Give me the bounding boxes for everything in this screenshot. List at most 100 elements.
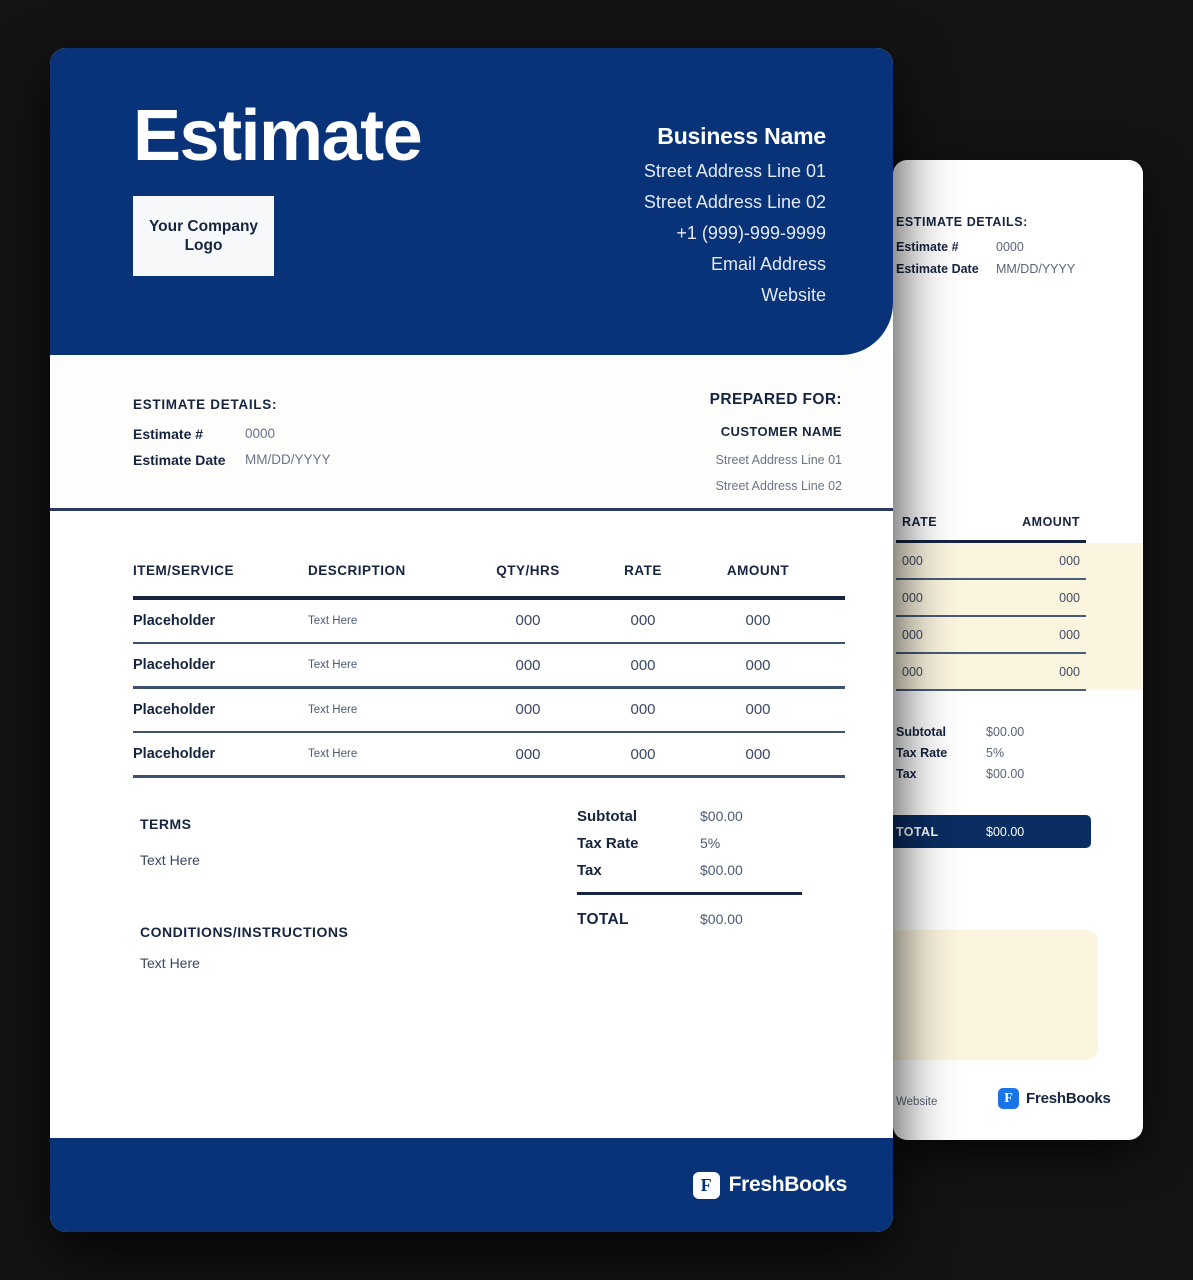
cell-qty: 000 bbox=[515, 745, 541, 763]
page-2-tax-row: Tax $00.00 bbox=[896, 767, 1096, 781]
page-2-items-table: RATE AMOUNT 000 000 000 000 000 000 000 … bbox=[896, 515, 1086, 691]
page-2-notes-panel bbox=[893, 930, 1098, 1060]
estimate-date-value[interactable]: MM/DD/YYYY bbox=[245, 452, 331, 468]
table-row[interactable]: Placeholder Text Here 000 000 000 bbox=[133, 600, 845, 642]
estimate-date-label: Estimate Date bbox=[133, 452, 226, 468]
page-2-detail-row: Estimate Date MM/DD/YYYY bbox=[896, 262, 1075, 276]
cell-item-service: Placeholder bbox=[133, 657, 216, 673]
page-2-table-row: 000 000 bbox=[896, 654, 1086, 689]
cell-qty: 000 bbox=[515, 701, 541, 718]
page-2-table-row: 000 000 bbox=[896, 580, 1086, 615]
page-2-subtotal-label: Subtotal bbox=[896, 725, 946, 739]
cell-description: Text Here bbox=[308, 659, 358, 671]
cell-amount: 000 bbox=[745, 612, 771, 629]
page-2-cell-rate: 000 bbox=[902, 553, 923, 568]
page-2-cell-rate: 000 bbox=[902, 664, 923, 679]
page-2-detail-row: Estimate # 0000 bbox=[896, 240, 1075, 254]
company-logo-placeholder[interactable]: Your Company Logo bbox=[133, 196, 274, 276]
page-2-tax-rate-row: Tax Rate 5% bbox=[896, 746, 1096, 760]
column-header-item-service: ITEM/SERVICE bbox=[133, 562, 235, 578]
estimate-header: Estimate Your Company Logo Business Name… bbox=[50, 48, 893, 355]
table-header-row: ITEM/SERVICE DESCRIPTION QTY/HRS RATE AM… bbox=[133, 563, 845, 596]
cell-amount: 000 bbox=[745, 745, 771, 763]
business-phone: +1 (999)-999-9999 bbox=[676, 223, 826, 243]
business-street-line-1: Street Address Line 01 bbox=[643, 161, 826, 181]
column-header-description: DESCRIPTION bbox=[308, 562, 406, 578]
tax-rate-row: Tax Rate 5% bbox=[577, 835, 802, 852]
page-2-table-bottom-rule bbox=[896, 689, 1086, 691]
cell-description: Text Here bbox=[308, 614, 358, 627]
page-2-estimate-date-value: MM/DD/YYYY bbox=[996, 262, 1076, 276]
page-2-table-row: 000 000 bbox=[896, 543, 1086, 578]
freshbooks-logo[interactable]: F FreshBooks bbox=[692, 1171, 848, 1199]
page-2-grand-total-label: TOTAL bbox=[896, 824, 939, 839]
tax-rate-label: Tax Rate bbox=[577, 834, 639, 852]
cell-rate: 000 bbox=[630, 701, 656, 718]
estimate-footer: F FreshBooks bbox=[50, 1138, 893, 1232]
cell-item-service: Placeholder bbox=[133, 701, 216, 718]
freshbooks-wordmark: FreshBooks bbox=[728, 1173, 848, 1196]
page-2-estimate-number-value: 0000 bbox=[996, 240, 1024, 254]
tax-value: $00.00 bbox=[700, 861, 743, 878]
page-2-tax-rate-value: 5% bbox=[986, 746, 1005, 760]
page-2-subtotal-value: $00.00 bbox=[986, 725, 1025, 739]
table-row[interactable]: Placeholder Text Here 000 000 000 bbox=[133, 644, 845, 686]
page-2-cell-rate: 000 bbox=[902, 590, 923, 605]
page-2-table-row: 000 000 bbox=[896, 617, 1086, 652]
tax-row: Tax $00.00 bbox=[577, 862, 802, 879]
cell-rate: 000 bbox=[630, 745, 656, 763]
column-header-rate: RATE bbox=[624, 562, 662, 578]
estimate-number-value[interactable]: 0000 bbox=[245, 426, 275, 442]
page-2-cell-amount: 000 bbox=[1059, 553, 1080, 568]
page-2-grand-total-bar: TOTAL $00.00 bbox=[893, 815, 1091, 848]
page-2-column-header-rate: RATE bbox=[902, 515, 938, 529]
page-2-subtotal-row: Subtotal $00.00 bbox=[896, 725, 1096, 739]
prepared-for-block: PREPARED FOR: CUSTOMER NAME Street Addre… bbox=[710, 391, 842, 505]
cell-rate: 000 bbox=[630, 612, 656, 629]
cell-description: Text Here bbox=[308, 703, 358, 716]
cell-amount: 000 bbox=[745, 701, 771, 718]
cell-rate: 000 bbox=[630, 656, 656, 674]
conditions-text[interactable]: Text Here bbox=[140, 955, 845, 971]
freshbooks-mark-icon: F bbox=[692, 1171, 720, 1199]
page-2-column-header-amount: AMOUNT bbox=[1022, 515, 1080, 529]
table-row[interactable]: Placeholder Text Here 000 000 000 bbox=[133, 733, 845, 775]
cell-qty: 000 bbox=[515, 612, 541, 629]
page-2-estimate-date-label: Estimate Date bbox=[896, 262, 979, 276]
cell-item-service: Placeholder bbox=[133, 746, 216, 762]
page-2-tax-label: Tax bbox=[896, 767, 917, 781]
page-2-table-header-row: RATE AMOUNT bbox=[896, 515, 1086, 540]
page-2-freshbooks-logo: F FreshBooks bbox=[998, 1088, 1111, 1109]
tax-rate-value[interactable]: 5% bbox=[700, 835, 720, 852]
page-2-content: ESTIMATE DETAILS: Estimate # 0000 Estima… bbox=[893, 160, 1143, 1140]
grand-total-label: TOTAL bbox=[577, 910, 629, 928]
prepared-for-title: PREPARED FOR: bbox=[709, 391, 842, 408]
page-2-tax-rate-label: Tax Rate bbox=[896, 746, 948, 760]
totals-block: Subtotal $00.00 Tax Rate 5% Tax $00.00 T… bbox=[577, 808, 802, 939]
cell-amount: 000 bbox=[745, 656, 771, 674]
column-header-qty-hrs: QTY/HRS bbox=[496, 562, 560, 578]
business-name: Business Name bbox=[657, 123, 826, 149]
page-2-cell-amount: 000 bbox=[1059, 664, 1080, 679]
business-street-line-2: Street Address Line 02 bbox=[643, 192, 826, 212]
customer-name: CUSTOMER NAME bbox=[720, 424, 842, 439]
company-logo-label: Your Company Logo bbox=[148, 217, 259, 254]
page-2-grand-total-value: $00.00 bbox=[986, 824, 1025, 839]
totals-divider bbox=[577, 891, 802, 895]
customer-street-line-1: Street Address Line 01 bbox=[715, 453, 842, 467]
cell-item-service: Placeholder bbox=[133, 612, 216, 629]
tax-label: Tax bbox=[577, 861, 602, 879]
terms-and-totals: TERMS Text Here Subtotal $00.00 Tax Rate… bbox=[50, 778, 893, 928]
table-row[interactable]: Placeholder Text Here 000 000 000 bbox=[133, 689, 845, 731]
page-2-cell-amount: 000 bbox=[1059, 627, 1080, 642]
column-header-amount: AMOUNT bbox=[726, 562, 790, 578]
page-2-estimate-number-label: Estimate # bbox=[896, 240, 959, 254]
page-2-details-title: ESTIMATE DETAILS: bbox=[896, 215, 1028, 229]
estimate-number-label: Estimate # bbox=[133, 426, 204, 442]
page-2-estimate-details: ESTIMATE DETAILS: Estimate # 0000 Estima… bbox=[896, 215, 1075, 284]
page-2-tax-value: $00.00 bbox=[986, 767, 1025, 781]
subtotal-value: $00.00 bbox=[700, 807, 743, 824]
customer-street-line-2: Street Address Line 02 bbox=[715, 479, 842, 493]
cell-qty: 000 bbox=[515, 656, 541, 674]
freshbooks-mark-letter: F bbox=[700, 1175, 712, 1195]
